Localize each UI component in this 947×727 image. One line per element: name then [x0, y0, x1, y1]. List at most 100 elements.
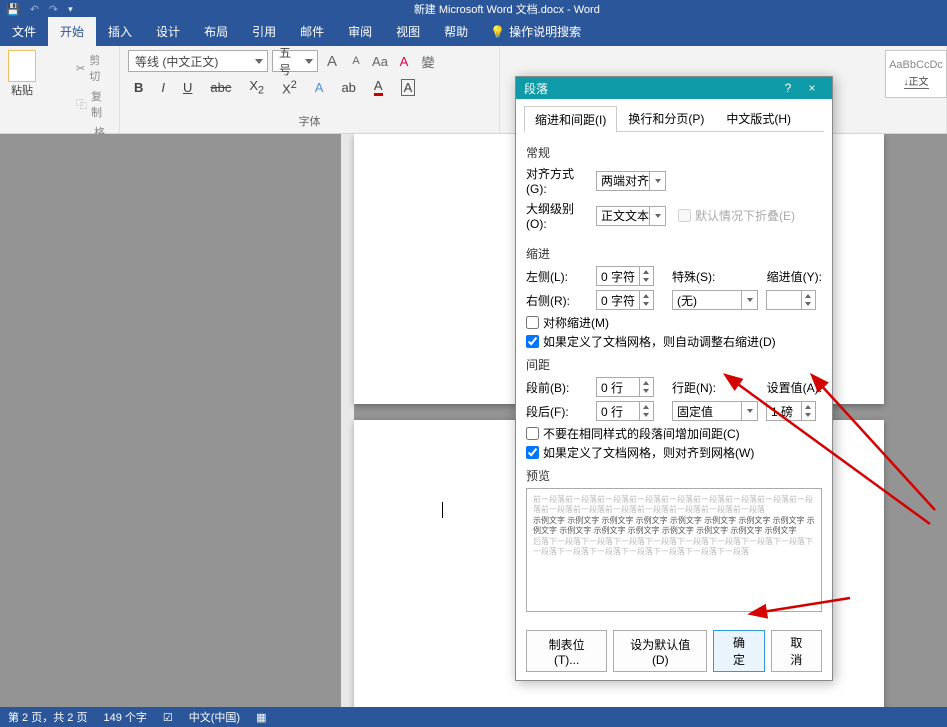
- tabs-button[interactable]: 制表位(T)...: [526, 630, 607, 672]
- status-bar: 第 2 页，共 2 页 149 个字 ☑ 中文(中国) ▦: [0, 707, 947, 727]
- alignment-combo[interactable]: 两端对齐: [596, 171, 666, 191]
- tab-indent-spacing[interactable]: 缩进和间距(I): [524, 106, 617, 132]
- setting-value-spinner[interactable]: 1 磅: [766, 401, 816, 421]
- vertical-ruler[interactable]: [341, 134, 354, 707]
- highlight-icon[interactable]: ab: [341, 80, 355, 95]
- line-spacing-combo[interactable]: 固定值: [672, 401, 758, 421]
- quick-access-toolbar: 💾 ↶ ↷ ▾: [6, 3, 73, 16]
- phonetic-guide-icon[interactable]: 變: [418, 52, 438, 71]
- font-name-value: 等线 (中文正文): [135, 53, 218, 70]
- indent-value-label: 缩进值(Y):: [767, 268, 822, 285]
- font-name-combo[interactable]: 等线 (中文正文): [128, 50, 268, 72]
- status-proofing-icon[interactable]: ☑: [163, 711, 173, 724]
- dialog-body: 常规 对齐方式(G): 两端对齐 大纲级别(O): 正文文本 默认情况下折叠(E…: [516, 132, 832, 622]
- tell-me-label: 操作说明搜索: [509, 23, 581, 40]
- tab-insert[interactable]: 插入: [96, 17, 144, 46]
- tab-design[interactable]: 设计: [144, 17, 192, 46]
- preview-text-top: 前一段落前一段落前一段落前一段落前一段落前一段落前一段落前一段落前一段落前一段落…: [533, 495, 815, 516]
- tell-me-search[interactable]: 💡 操作说明搜索: [480, 17, 591, 46]
- superscript-button[interactable]: X2: [282, 79, 297, 96]
- dialog-titlebar[interactable]: 段落 ? ×: [516, 77, 832, 99]
- status-language[interactable]: 中文(中国): [189, 709, 240, 725]
- preview-box: 前一段落前一段落前一段落前一段落前一段落前一段落前一段落前一段落前一段落前一段落…: [526, 488, 822, 612]
- tab-mailings[interactable]: 邮件: [288, 17, 336, 46]
- line-spacing-value: 固定值: [677, 403, 713, 420]
- spacing-section-label: 间距: [526, 356, 822, 373]
- dialog-tabs: 缩进和间距(I) 换行和分页(P) 中文版式(H): [524, 105, 824, 132]
- copy-icon: ⿻: [76, 96, 87, 112]
- copy-button[interactable]: ⿻复制: [76, 86, 111, 122]
- font-group-label: 字体: [128, 111, 491, 129]
- snap-to-grid-label: 如果定义了文档网格，则对齐到网格(W): [543, 444, 754, 461]
- style-name: ↓正文: [904, 73, 929, 89]
- tab-line-page-breaks[interactable]: 换行和分页(P): [617, 105, 715, 131]
- tab-chinese-typography[interactable]: 中文版式(H): [715, 105, 802, 131]
- mirror-indent-label: 对称缩进(M): [543, 314, 609, 331]
- line-spacing-label: 行距(N):: [672, 379, 722, 396]
- char-border-icon[interactable]: A: [401, 79, 416, 96]
- space-after-spinner[interactable]: 0 行: [596, 401, 654, 421]
- shrink-font-icon[interactable]: A: [346, 55, 366, 67]
- style-normal[interactable]: AaBbCcDc ↓正文: [885, 50, 947, 98]
- grow-font-icon[interactable]: A: [322, 53, 342, 70]
- tab-home[interactable]: 开始: [48, 17, 96, 46]
- space-before-spinner[interactable]: 0 行: [596, 377, 654, 397]
- status-word-count[interactable]: 149 个字: [103, 709, 146, 725]
- indent-value-spinner[interactable]: [766, 290, 816, 310]
- window-title: 新建 Microsoft Word 文档.docx - Word: [73, 1, 941, 17]
- tab-layout[interactable]: 布局: [192, 17, 240, 46]
- auto-adjust-right-checkbox[interactable]: [526, 335, 539, 348]
- styles-group: AaBbCcDc ↓正文: [877, 46, 947, 133]
- italic-button[interactable]: I: [161, 80, 165, 95]
- dialog-help-button[interactable]: ?: [776, 81, 800, 95]
- tab-help[interactable]: 帮助: [432, 17, 480, 46]
- indent-left-spinner[interactable]: 0 字符: [596, 266, 654, 286]
- ok-button[interactable]: 确定: [713, 630, 764, 672]
- set-default-button[interactable]: 设为默认值(D): [613, 630, 707, 672]
- copy-label: 复制: [91, 88, 111, 120]
- cancel-button[interactable]: 取消: [771, 630, 822, 672]
- space-after-label: 段后(F):: [526, 403, 592, 420]
- redo-icon[interactable]: ↷: [49, 3, 58, 16]
- collapse-default-label: 默认情况下折叠(E): [695, 207, 795, 224]
- space-after-value: 0 行: [601, 403, 623, 420]
- bold-button[interactable]: B: [134, 80, 143, 95]
- clipboard-group: 粘贴 ✂剪切 ⿻复制 🖌格式刷 剪贴板: [0, 46, 120, 133]
- tab-view[interactable]: 视图: [384, 17, 432, 46]
- underline-button[interactable]: U: [183, 80, 192, 95]
- dialog-close-button[interactable]: ×: [800, 81, 824, 95]
- undo-icon[interactable]: ↶: [30, 3, 39, 16]
- mirror-indent-checkbox[interactable]: [526, 316, 539, 329]
- title-bar: 💾 ↶ ↷ ▾ 新建 Microsoft Word 文档.docx - Word: [0, 0, 947, 18]
- dialog-button-row: 制表位(T)... 设为默认值(D) 确定 取消: [516, 622, 832, 680]
- cut-button[interactable]: ✂剪切: [76, 50, 111, 86]
- snap-to-grid-checkbox[interactable]: [526, 446, 539, 459]
- outline-label: 大纲级别(O):: [526, 200, 592, 231]
- special-combo[interactable]: (无): [672, 290, 758, 310]
- indent-right-spinner[interactable]: 0 字符: [596, 290, 654, 310]
- alignment-label: 对齐方式(G):: [526, 165, 592, 196]
- paste-icon: [8, 50, 36, 82]
- status-page[interactable]: 第 2 页，共 2 页: [8, 709, 87, 725]
- change-case-icon[interactable]: Aa: [370, 54, 390, 69]
- font-color-icon[interactable]: A: [374, 78, 383, 96]
- setting-value: 1 磅: [771, 403, 793, 420]
- text-effects-icon[interactable]: A: [315, 80, 324, 95]
- outline-value: 正文文本: [601, 207, 649, 224]
- special-label: 特殊(S):: [672, 268, 722, 285]
- ribbon-tabs: 文件 开始 插入 设计 布局 引用 邮件 审阅 视图 帮助 💡 操作说明搜索: [0, 18, 947, 46]
- clear-format-icon[interactable]: A: [394, 54, 414, 69]
- style-sample: AaBbCcDc: [889, 59, 943, 71]
- outline-combo[interactable]: 正文文本: [596, 206, 666, 226]
- auto-adjust-right-label: 如果定义了文档网格，则自动调整右缩进(D): [543, 333, 776, 350]
- qat-dropdown-icon[interactable]: ▾: [68, 4, 73, 15]
- tab-references[interactable]: 引用: [240, 17, 288, 46]
- subscript-button[interactable]: X2: [249, 78, 264, 97]
- font-size-combo[interactable]: 五号: [272, 50, 318, 72]
- save-icon[interactable]: 💾: [6, 3, 20, 16]
- status-macro-icon[interactable]: ▦: [256, 711, 266, 724]
- tab-review[interactable]: 审阅: [336, 17, 384, 46]
- strikethrough-button[interactable]: abc: [210, 80, 231, 95]
- tab-file[interactable]: 文件: [0, 17, 48, 46]
- no-space-same-style-checkbox[interactable]: [526, 427, 539, 440]
